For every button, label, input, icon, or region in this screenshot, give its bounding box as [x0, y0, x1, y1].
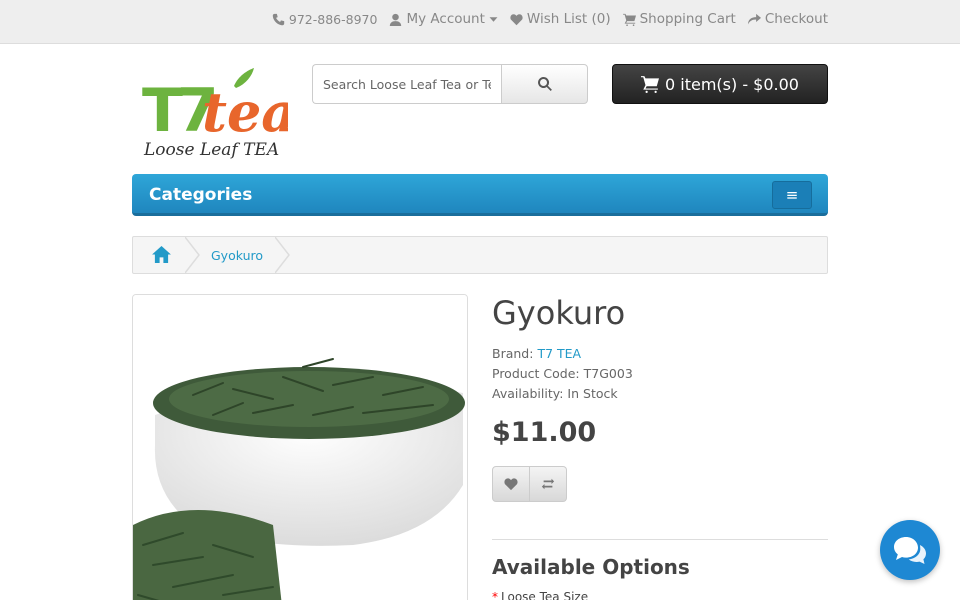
- shopping-cart-link[interactable]: Shopping Cart: [622, 11, 736, 27]
- breadcrumb-item-gyokuro[interactable]: Gyokuro: [211, 248, 263, 263]
- breadcrumb-separator: [274, 236, 291, 274]
- cart-icon: [622, 13, 636, 26]
- required-marker: *: [492, 590, 498, 600]
- my-account-label: My Account: [406, 11, 485, 27]
- availability-row: Availability: In Stock: [492, 384, 633, 404]
- search-bar: [312, 64, 588, 104]
- caret-down-icon: [489, 16, 498, 22]
- cart-button[interactable]: 0 item(s) - $0.00: [612, 64, 828, 104]
- brand-link[interactable]: T7 TEA: [537, 346, 581, 361]
- tea-bowl-image: [133, 295, 467, 600]
- top-bar: 972-886-8970 My Account Wish List (0) Sh…: [0, 0, 960, 44]
- option-label-text: Loose Tea Size: [501, 590, 589, 600]
- product-title: Gyokuro: [492, 294, 626, 332]
- product-code: T7G003: [583, 366, 633, 381]
- user-icon: [390, 13, 402, 26]
- product-actions: [492, 466, 567, 502]
- categories-label: Categories: [149, 185, 253, 205]
- compare-button[interactable]: [530, 466, 567, 502]
- product-image[interactable]: [132, 294, 468, 600]
- t7tea-logo: T7 tea Loose Leaf TEA: [142, 68, 296, 160]
- brand-label: Brand:: [492, 346, 534, 361]
- product-meta: Brand: T7 TEA Product Code: T7G003 Avail…: [492, 344, 633, 404]
- my-account-link[interactable]: My Account: [389, 11, 498, 27]
- shopping-cart-label: Shopping Cart: [639, 11, 736, 27]
- home-icon: [152, 246, 171, 263]
- menu-toggle-button[interactable]: ≡: [772, 181, 812, 209]
- cart-summary: 0 item(s) - $0.00: [665, 74, 799, 94]
- logo-tagline: Loose Leaf TEA: [143, 140, 279, 160]
- checkout-link[interactable]: Checkout: [747, 11, 828, 27]
- categories-bar: Categories ≡: [132, 174, 828, 216]
- share-icon: [747, 13, 761, 24]
- wishlist-label: Wish List (0): [526, 11, 611, 27]
- phone-number: 972-886-8970: [288, 11, 378, 27]
- product-code-label: Product Code:: [492, 366, 580, 381]
- breadcrumb-home[interactable]: [152, 246, 172, 264]
- cart-icon: [641, 76, 659, 93]
- chat-bubbles-icon: [894, 537, 926, 564]
- heart-icon: [510, 13, 523, 25]
- wishlist-link[interactable]: Wish List (0): [510, 11, 611, 27]
- exchange-icon: [541, 478, 555, 490]
- option-label-tea-size: * Loose Tea Size: [492, 590, 588, 600]
- checkout-label: Checkout: [764, 11, 828, 27]
- phone-link[interactable]: 972-886-8970: [272, 11, 378, 27]
- availability-value: In Stock: [567, 386, 618, 401]
- svg-text:tea: tea: [202, 80, 288, 144]
- brand-row: Brand: T7 TEA: [492, 344, 633, 364]
- hamburger-icon: ≡: [785, 186, 799, 204]
- availability-label: Availability:: [492, 386, 564, 401]
- breadcrumb-separator: [184, 236, 201, 274]
- search-icon: [537, 77, 552, 91]
- product-code-row: Product Code: T7G003: [492, 364, 633, 384]
- site-logo[interactable]: T7 tea Loose Leaf TEA: [138, 64, 296, 162]
- product-price: $11.00: [492, 417, 597, 448]
- available-options-heading: Available Options: [492, 555, 690, 579]
- breadcrumb: Gyokuro: [132, 236, 828, 274]
- heart-icon: [504, 478, 518, 491]
- add-to-wishlist-button[interactable]: [492, 466, 530, 502]
- divider: [492, 539, 828, 540]
- search-button[interactable]: [501, 64, 588, 104]
- search-input[interactable]: [312, 64, 501, 104]
- chat-widget-button[interactable]: [880, 520, 940, 580]
- top-links: 972-886-8970 My Account Wish List (0) Sh…: [272, 11, 828, 27]
- phone-icon: [272, 13, 285, 25]
